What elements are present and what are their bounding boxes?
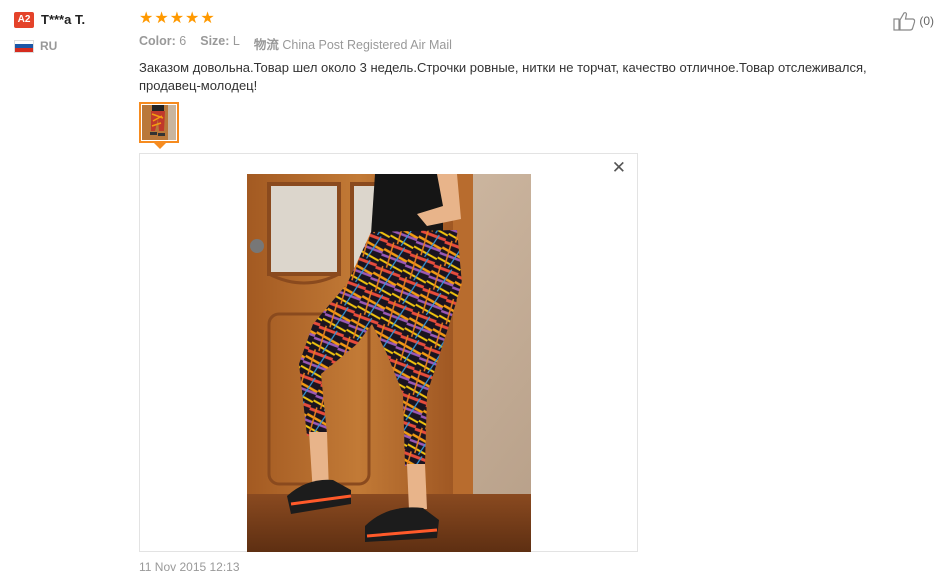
shipping-value: China Post Registered Air Mail <box>282 38 452 52</box>
star-icon: ★ <box>169 10 185 27</box>
review-text: Заказом довольна.Товар шел около 3 недел… <box>139 60 867 93</box>
color-label: Color: <box>139 34 176 48</box>
helpful-count: (0) <box>919 14 934 28</box>
thumbs-up-icon <box>893 12 916 31</box>
star-icon: ★ <box>185 10 200 27</box>
review-timestamp: 11 Nov 2015 12:13 <box>139 560 240 574</box>
product-attributes: Color: 6 Size: L 物流 China Post Registere… <box>139 34 452 53</box>
star-rating: ★ ★ ★ ★ ★ <box>139 11 215 27</box>
size-attribute: Size: L <box>200 34 240 53</box>
shipping-label: 物流 <box>253 38 279 52</box>
russia-flag-icon <box>14 39 34 53</box>
close-icon[interactable]: ✕ <box>612 158 626 178</box>
helpful-button[interactable]: (0) <box>893 11 934 31</box>
country-code: RU <box>40 39 58 53</box>
color-value: 6 <box>179 34 187 48</box>
country: RU <box>14 39 57 53</box>
review-photo <box>247 174 531 552</box>
star-icon: ★ <box>200 10 215 27</box>
level-badge: A2 <box>14 12 34 28</box>
reviewer-name: T***a T. <box>41 12 86 27</box>
photo-thumbnail[interactable] <box>139 102 179 143</box>
thumbnail-photo-icon <box>142 105 176 140</box>
leggings-photo-image <box>247 174 531 552</box>
shipping-attribute: 物流 China Post Registered Air Mail <box>254 34 452 53</box>
star-icon: ★ <box>139 10 154 27</box>
size-label: Size: <box>200 34 230 48</box>
size-value: L <box>232 34 240 48</box>
color-attribute: Color: 6 <box>139 34 186 53</box>
thumbnail-pointer <box>154 143 166 149</box>
star-icon: ★ <box>154 10 169 27</box>
photo-viewer: ✕ <box>139 153 638 552</box>
